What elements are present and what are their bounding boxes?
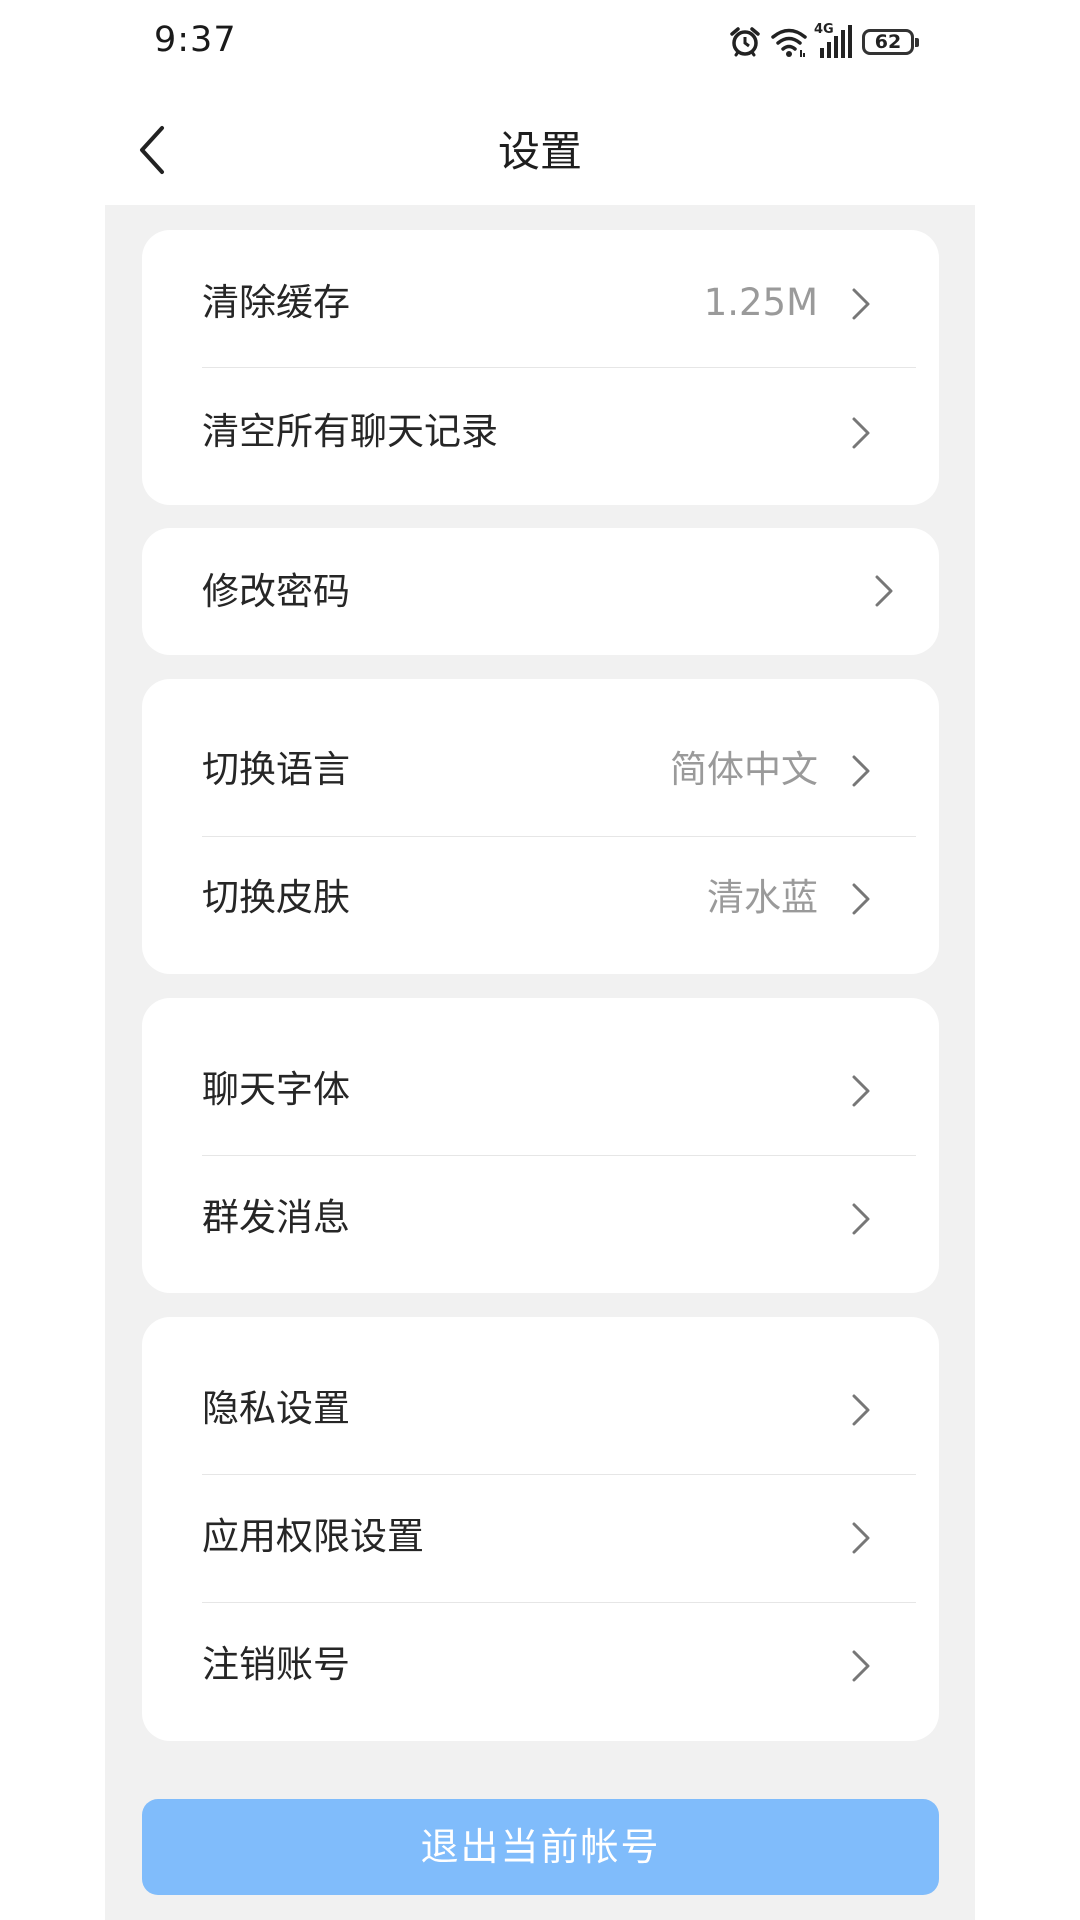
status-icons: 4G 62 (728, 22, 919, 62)
chevron-right-icon (852, 1075, 870, 1107)
chevron-right-icon (852, 417, 870, 449)
language-value: 简体中文 (670, 748, 818, 791)
chevron-right-icon (852, 755, 870, 787)
row-label: 清空所有聊天记录 (202, 410, 498, 453)
chevron-right-icon (852, 1522, 870, 1554)
privacy-settings-row[interactable]: 隐私设置 (142, 1345, 939, 1473)
nav-bar: 设置 (0, 90, 1080, 205)
settings-card-appearance: 切换语言 简体中文 切换皮肤 清水蓝 (142, 679, 939, 974)
chevron-right-icon (852, 288, 870, 320)
row-label: 聊天字体 (202, 1068, 350, 1111)
settings-card-privacy: 隐私设置 应用权限设置 注销账号 (142, 1317, 939, 1741)
change-password-row[interactable]: 修改密码 (142, 528, 939, 655)
settings-content: 清除缓存 1.25M 清空所有聊天记录 修改密码 切换语言 简体中文 切换皮肤 … (105, 205, 975, 1920)
wifi-icon (770, 26, 808, 58)
status-bar: 9:37 4G 62 (0, 0, 1080, 90)
battery-level: 62 (874, 31, 902, 53)
clear-chat-history-row[interactable]: 清空所有聊天记录 (142, 368, 939, 496)
settings-card-chat: 聊天字体 群发消息 (142, 998, 939, 1293)
row-label: 切换语言 (202, 748, 350, 791)
logout-button[interactable]: 退出当前帐号 (142, 1799, 939, 1895)
settings-card-storage: 清除缓存 1.25M 清空所有聊天记录 (142, 230, 939, 505)
clear-cache-row[interactable]: 清除缓存 1.25M (142, 239, 939, 367)
settings-card-password: 修改密码 (142, 528, 939, 655)
row-label: 隐私设置 (202, 1387, 350, 1430)
row-label: 群发消息 (202, 1196, 350, 1239)
chevron-right-icon (875, 575, 893, 607)
switch-language-row[interactable]: 切换语言 简体中文 (142, 706, 939, 834)
chevron-right-icon (852, 1394, 870, 1426)
chevron-right-icon (852, 883, 870, 915)
status-time: 9:37 (154, 20, 237, 60)
broadcast-message-row[interactable]: 群发消息 (142, 1154, 939, 1282)
row-label: 注销账号 (202, 1643, 350, 1686)
chevron-right-icon (852, 1203, 870, 1235)
battery-icon: 62 (862, 29, 919, 55)
row-label: 清除缓存 (202, 281, 350, 324)
row-label: 切换皮肤 (202, 876, 350, 919)
row-label: 应用权限设置 (202, 1515, 424, 1558)
delete-account-row[interactable]: 注销账号 (142, 1601, 939, 1729)
signal-icon: 4G (814, 22, 854, 60)
chevron-right-icon (852, 1650, 870, 1682)
skin-value: 清水蓝 (707, 876, 818, 919)
chat-font-row[interactable]: 聊天字体 (142, 1026, 939, 1154)
page-title: 设置 (497, 127, 582, 176)
alarm-icon (728, 25, 762, 59)
app-permissions-row[interactable]: 应用权限设置 (142, 1473, 939, 1601)
cache-size-value: 1.25M (703, 281, 818, 324)
switch-skin-row[interactable]: 切换皮肤 清水蓝 (142, 834, 939, 962)
row-label: 修改密码 (202, 570, 350, 613)
